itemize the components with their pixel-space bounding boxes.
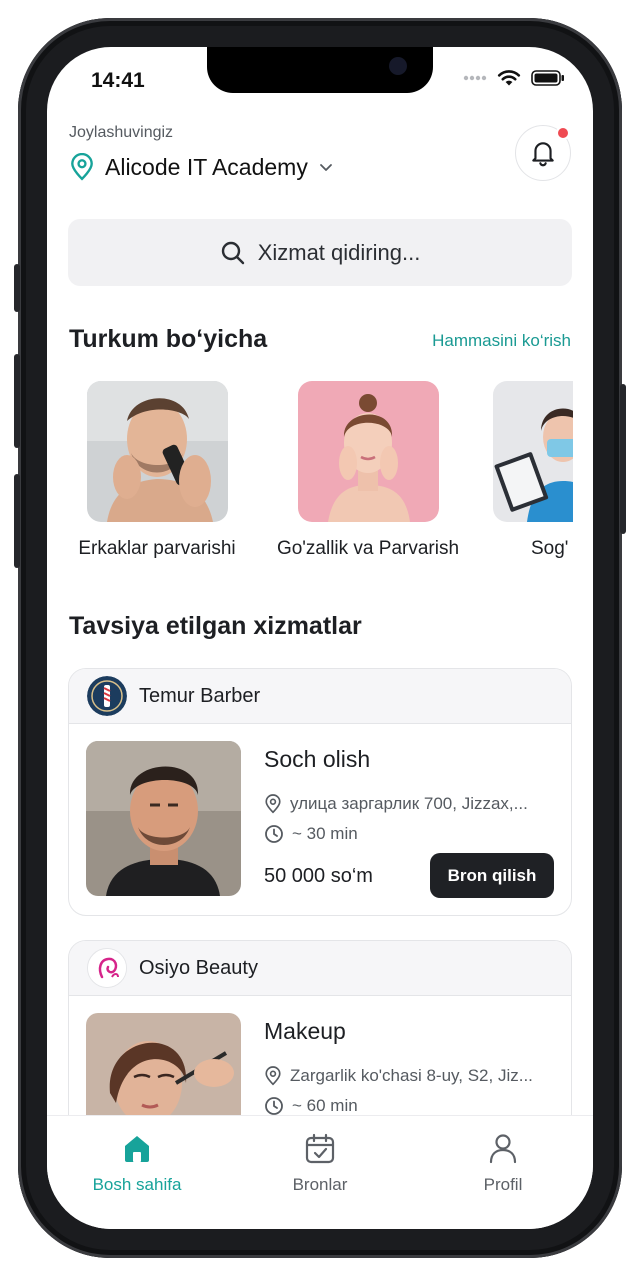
categories-carousel: Erkaklar parvarishi Go'zallik va Parvari… [69, 381, 573, 571]
category-label: Sog' [531, 538, 569, 559]
notifications-button[interactable] [515, 125, 571, 181]
front-camera [389, 57, 407, 75]
clock-icon [265, 1097, 283, 1115]
user-icon [489, 1134, 517, 1164]
category-image-men-grooming [86, 381, 228, 522]
service-duration: ~ 30 min [264, 824, 358, 844]
map-pin-icon [265, 794, 281, 814]
service-duration: ~ 60 min [264, 1096, 358, 1116]
duration-text: ~ 30 min [292, 824, 358, 843]
tab-label: Bosh sahifa [92, 1175, 182, 1194]
volume-up-button [14, 354, 20, 448]
see-all-link[interactable]: Hammasini ko‘rish [432, 331, 571, 351]
location-selector[interactable]: Alicode IT Academy [69, 153, 334, 181]
category-image-beauty-care [297, 381, 439, 522]
signal-dots-icon [463, 75, 487, 81]
tab-bookings[interactable]: Bronlar [250, 1132, 390, 1195]
service-image [86, 741, 241, 896]
address-text: Zargarlik ko'chasi 8-uy, S2, Jiz... [290, 1066, 533, 1085]
location-label: Joylashuvingiz [69, 124, 174, 141]
category-item-men-grooming[interactable]: Erkaklar parvarishi [69, 381, 245, 560]
clock-icon [265, 825, 283, 843]
category-item-health[interactable]: Sog' [493, 381, 573, 560]
category-label: Erkaklar parvarishi [78, 538, 236, 559]
service-address: улица заргарлик 700, Jizzax,... [264, 794, 528, 814]
recommended-title: Tavsiya etilgan xizmatlar [69, 612, 362, 640]
book-button[interactable]: Bron qilish [430, 853, 554, 898]
battery-icon [531, 70, 564, 86]
mute-switch [14, 264, 20, 312]
service-body: Soch olish улица заргарлик 700, Jizzax,.… [69, 724, 571, 914]
shop-header[interactable]: Temur Barber [69, 669, 571, 724]
app-screen: 14:41 Joylashuvingiz Alicode IT Academy [47, 47, 593, 1229]
shop-logo [87, 676, 127, 716]
address-text: улица заргарлик 700, Jizzax,... [290, 794, 528, 813]
service-title: Soch olish [264, 746, 371, 772]
notification-badge [556, 126, 570, 140]
map-pin-icon [71, 153, 93, 181]
chevron-down-icon [319, 164, 332, 171]
shop-name: Osiyo Beauty [139, 956, 258, 979]
shop-header[interactable]: Osiyo Beauty [69, 941, 571, 996]
location-name: Alicode IT Academy [105, 153, 308, 180]
tab-profile[interactable]: Profil [433, 1132, 573, 1195]
service-title: Makeup [264, 1018, 346, 1044]
wifi-icon [497, 70, 521, 86]
tab-home[interactable]: Bosh sahifa [67, 1132, 207, 1195]
category-item-beauty-care[interactable]: Go'zallik va Parvarish [268, 381, 468, 560]
service-card[interactable]: Temur Barber Soch olish улица заргарлик … [68, 668, 572, 916]
tab-label: Profil [483, 1175, 523, 1194]
category-label: Go'zallik va Parvarish [276, 538, 460, 559]
calendar-icon [305, 1133, 335, 1164]
search-icon [221, 241, 244, 264]
category-image-health [493, 381, 573, 522]
dynamic-island [207, 47, 433, 93]
bell-icon [532, 142, 554, 167]
map-pin-icon [265, 1066, 281, 1086]
volume-down-button [14, 474, 20, 568]
status-icons [463, 69, 565, 87]
categories-title: Turkum bo‘yicha [69, 325, 268, 353]
bottom-tab-bar: Bosh sahifa Bronlar Profil [47, 1115, 593, 1229]
duration-text: ~ 60 min [292, 1096, 358, 1115]
search-bar[interactable]: Xizmat qidiring... [68, 219, 572, 286]
status-time: 14:41 [91, 69, 145, 92]
shop-name: Temur Barber [139, 684, 261, 707]
power-button [620, 384, 626, 534]
search-placeholder: Xizmat qidiring... [257, 239, 421, 265]
home-icon [125, 1136, 149, 1162]
shop-logo [87, 948, 127, 988]
home-indicator [233, 1213, 407, 1219]
service-address: Zargarlik ko'chasi 8-uy, S2, Jiz... [264, 1066, 533, 1086]
tab-label: Bronlar [292, 1175, 348, 1194]
service-price: 50 000 so‘m [264, 865, 373, 887]
